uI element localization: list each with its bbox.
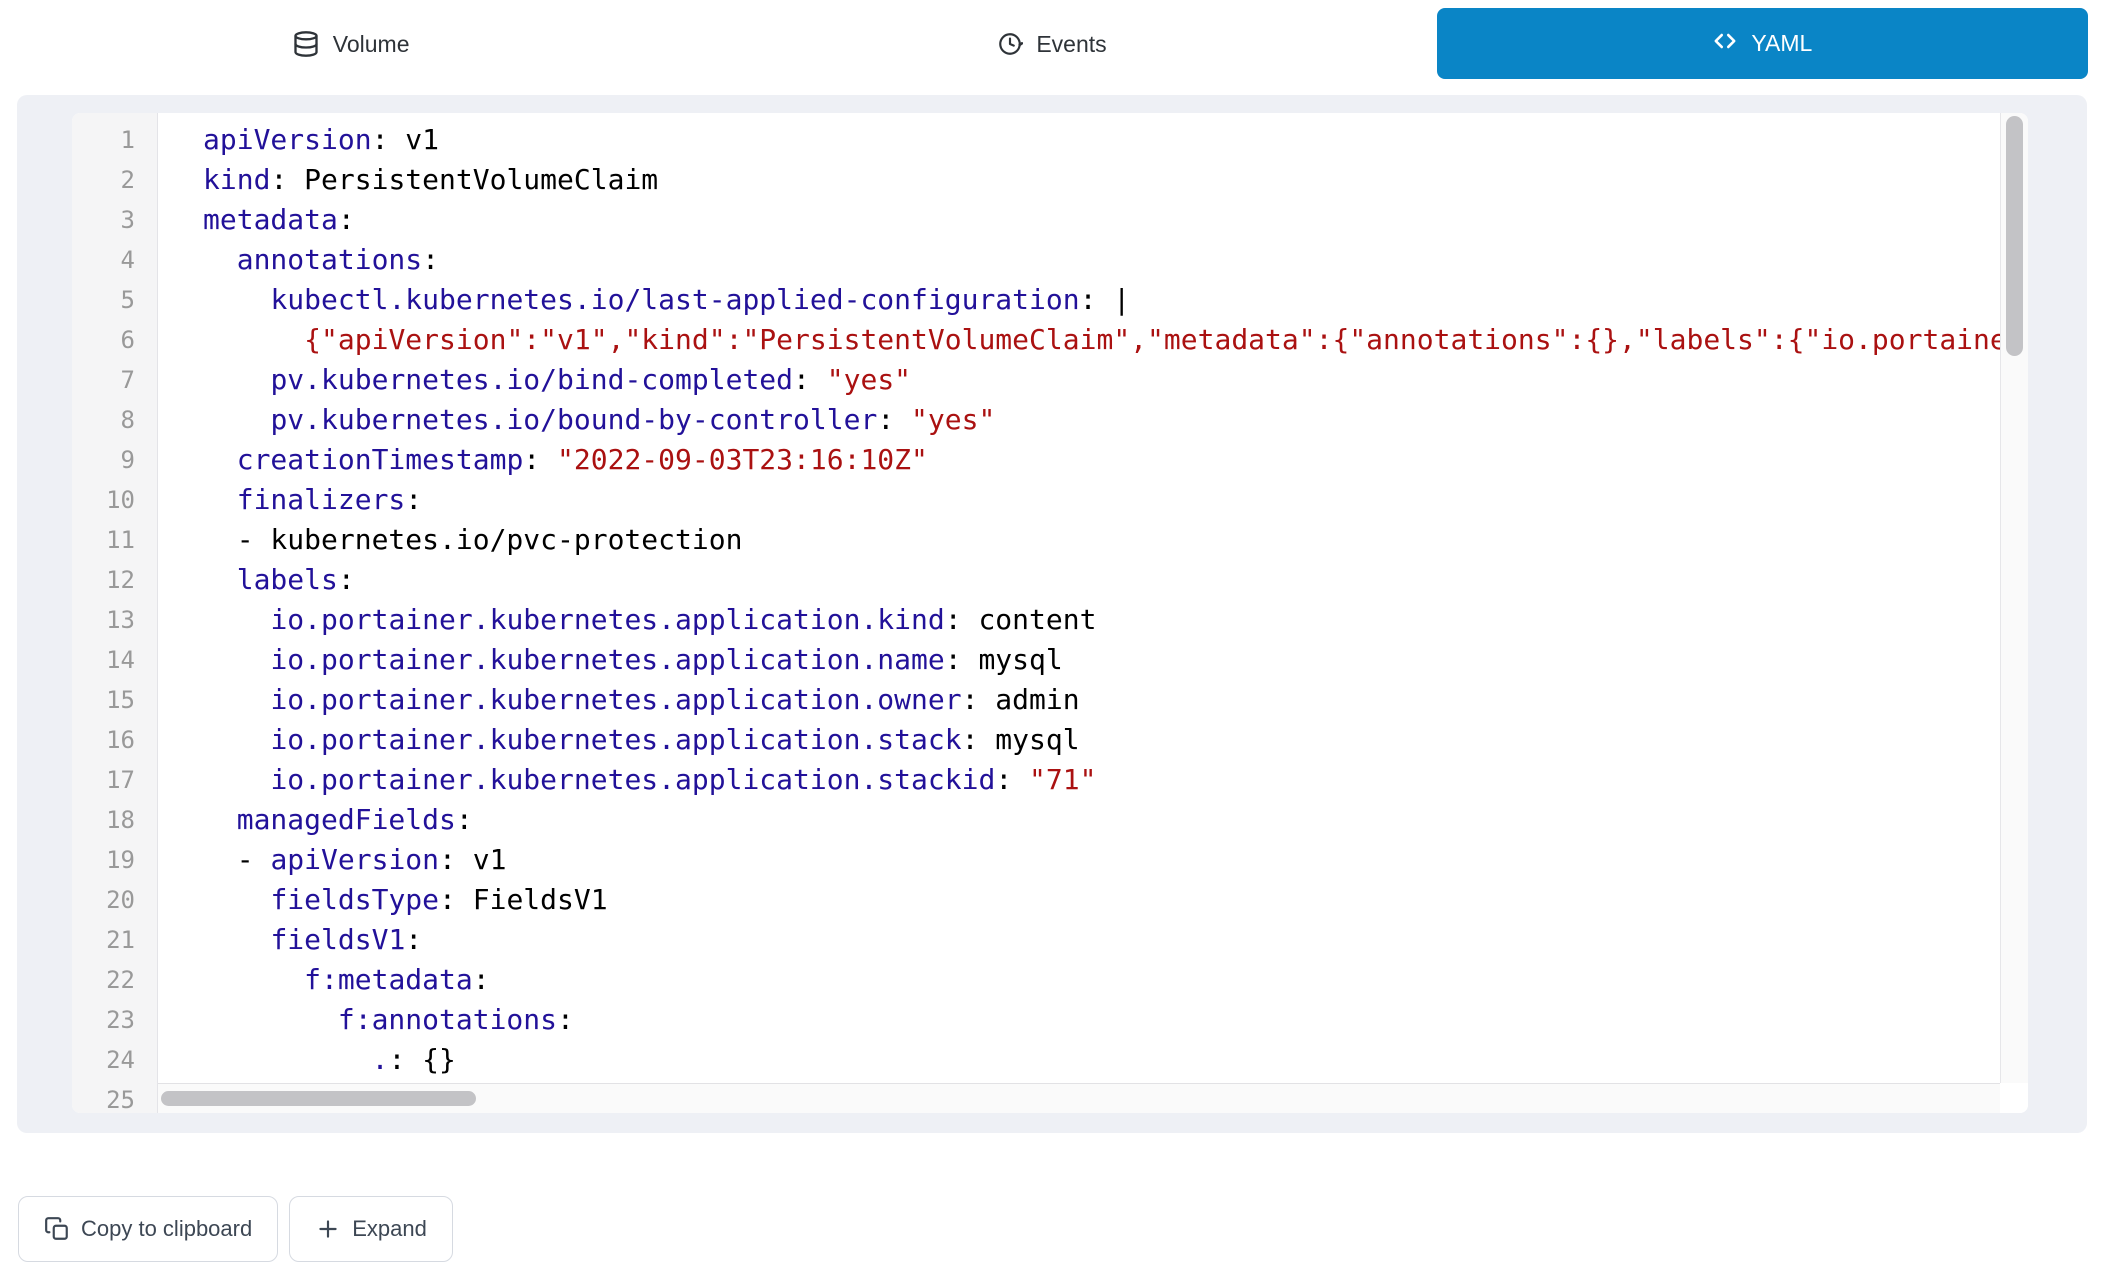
- line-number: 13: [72, 600, 157, 640]
- code-line: fieldsType: FieldsV1: [203, 880, 2000, 920]
- tab-bar: Volume Events YAML: [0, 0, 2104, 88]
- code-line: kind: PersistentVolumeClaim: [203, 160, 2000, 200]
- line-number-gutter: 1234567891011121314151617181920212223242…: [72, 113, 158, 1113]
- code-line: metadata:: [203, 200, 2000, 240]
- line-number: 25: [72, 1080, 157, 1113]
- line-number: 11: [72, 520, 157, 560]
- code-line: managedFields:: [203, 800, 2000, 840]
- code-icon: [1712, 28, 1738, 60]
- code-line: io.portainer.kubernetes.application.owne…: [203, 680, 2000, 720]
- line-number: 10: [72, 480, 157, 520]
- clock-icon: [997, 31, 1023, 57]
- line-number: 5: [72, 280, 157, 320]
- line-number: 14: [72, 640, 157, 680]
- line-number: 15: [72, 680, 157, 720]
- tab-yaml[interactable]: YAML: [1437, 8, 2088, 79]
- line-number: 19: [72, 840, 157, 880]
- tab-volume[interactable]: Volume: [0, 0, 701, 88]
- line-number: 8: [72, 400, 157, 440]
- code-line: io.portainer.kubernetes.application.stac…: [203, 760, 2000, 800]
- copy-to-clipboard-button[interactable]: Copy to clipboard: [18, 1196, 278, 1262]
- vertical-scrollbar[interactable]: [2000, 113, 2028, 1083]
- line-number: 17: [72, 760, 157, 800]
- code-line: kubectl.kubernetes.io/last-applied-confi…: [203, 280, 2000, 320]
- code-line: f:metadata:: [203, 960, 2000, 1000]
- expand-button[interactable]: Expand: [289, 1196, 453, 1262]
- line-number: 3: [72, 200, 157, 240]
- tab-volume-label: Volume: [333, 31, 410, 58]
- code-line: fieldsV1:: [203, 920, 2000, 960]
- expand-button-label: Expand: [352, 1216, 427, 1242]
- code-line: f:annotations:: [203, 1000, 2000, 1040]
- code-line: creationTimestamp: "2022-09-03T23:16:10Z…: [203, 440, 2000, 480]
- horizontal-scrollbar-thumb[interactable]: [161, 1091, 476, 1106]
- code-line: .: {}: [203, 1040, 2000, 1080]
- yaml-viewer-container: 1234567891011121314151617181920212223242…: [17, 95, 2087, 1133]
- line-number: 21: [72, 920, 157, 960]
- tab-events[interactable]: Events: [701, 0, 1402, 88]
- vertical-scrollbar-thumb[interactable]: [2006, 116, 2023, 356]
- copy-button-label: Copy to clipboard: [81, 1216, 252, 1242]
- line-number: 1: [72, 120, 157, 160]
- scrollbar-corner: [2000, 1083, 2028, 1113]
- tab-events-label: Events: [1036, 31, 1106, 58]
- code-line: io.portainer.kubernetes.application.name…: [203, 640, 2000, 680]
- tab-yaml-cell: YAML: [1403, 0, 2104, 88]
- line-number: 7: [72, 360, 157, 400]
- code-line: annotations:: [203, 240, 2000, 280]
- line-number: 18: [72, 800, 157, 840]
- code-line: pv.kubernetes.io/bound-by-controller: "y…: [203, 400, 2000, 440]
- line-number: 2: [72, 160, 157, 200]
- line-number: 24: [72, 1040, 157, 1080]
- copy-icon: [44, 1216, 70, 1242]
- horizontal-scrollbar[interactable]: [158, 1083, 2000, 1113]
- code-line: - kubernetes.io/pvc-protection: [203, 520, 2000, 560]
- line-number: 9: [72, 440, 157, 480]
- line-number: 20: [72, 880, 157, 920]
- code-line: {"apiVersion":"v1","kind":"PersistentVol…: [203, 320, 2000, 360]
- code-line: finalizers:: [203, 480, 2000, 520]
- line-number: 12: [72, 560, 157, 600]
- code-line: apiVersion: v1: [203, 120, 2000, 160]
- line-number: 23: [72, 1000, 157, 1040]
- line-number: 22: [72, 960, 157, 1000]
- action-bar: Copy to clipboard Expand: [18, 1196, 2104, 1262]
- code-editor: 1234567891011121314151617181920212223242…: [72, 113, 2028, 1113]
- code-lines[interactable]: apiVersion: v1kind: PersistentVolumeClai…: [158, 113, 2000, 1113]
- tab-yaml-label: YAML: [1751, 30, 1812, 57]
- code-line: labels:: [203, 560, 2000, 600]
- line-number: 4: [72, 240, 157, 280]
- code-line: - apiVersion: v1: [203, 840, 2000, 880]
- code-line: io.portainer.kubernetes.application.stac…: [203, 720, 2000, 760]
- code-line: pv.kubernetes.io/bind-completed: "yes": [203, 360, 2000, 400]
- code-line: io.portainer.kubernetes.application.kind…: [203, 600, 2000, 640]
- line-number: 6: [72, 320, 157, 360]
- database-icon: [292, 30, 320, 58]
- plus-icon: [315, 1216, 341, 1242]
- line-number: 16: [72, 720, 157, 760]
